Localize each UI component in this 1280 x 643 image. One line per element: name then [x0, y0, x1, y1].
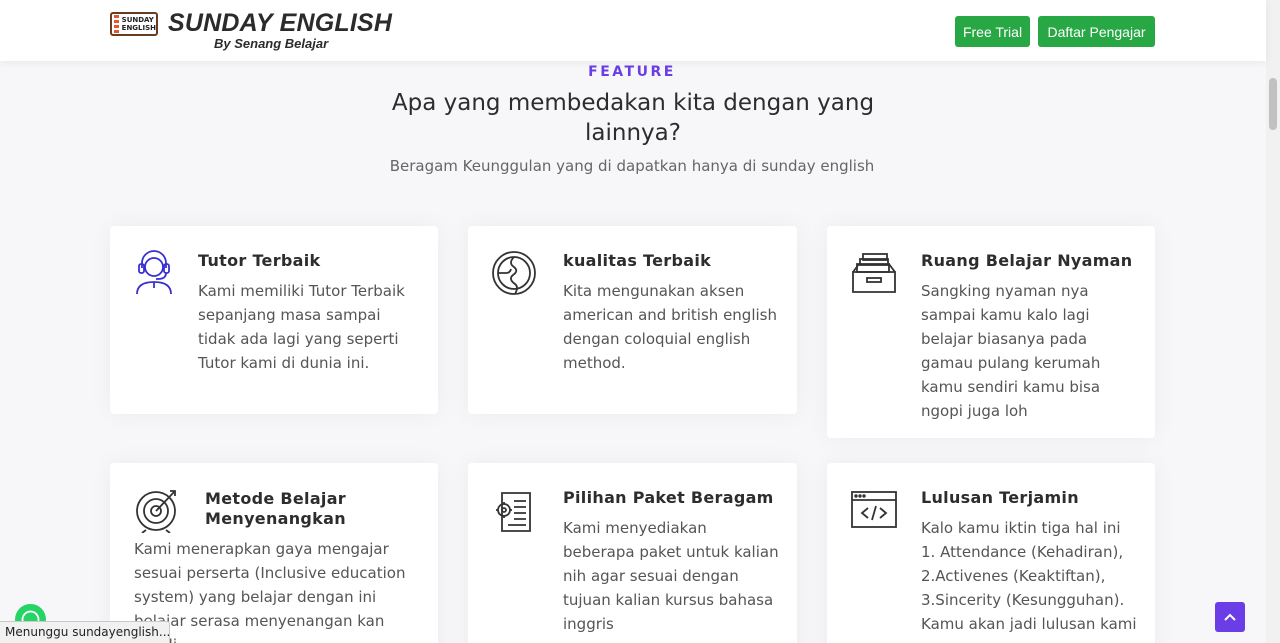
chevron-up-icon: [1224, 613, 1236, 621]
page-scrollbar[interactable]: [1266, 0, 1280, 643]
scrollbar-thumb[interactable]: [1269, 78, 1277, 130]
support-agent-icon: [132, 248, 176, 298]
file-drawer-icon: [851, 252, 896, 302]
logo-badge-icon: SUNDAY ENGLISH: [110, 12, 158, 36]
feature-card-tutor: Tutor Terbaik Kami memiliki Tutor Terbai…: [110, 226, 438, 414]
document-settings-icon: [494, 491, 538, 541]
section-label: FEATURE: [588, 64, 676, 80]
feature-description: Kalo kamu iktin tiga hal ini 1. Attendan…: [921, 519, 1137, 633]
section-title: Apa yang membedakan kita dengan yang lai…: [391, 90, 875, 146]
navbar: SUNDAY ENGLISH SUNDAY ENGLISH By Senang …: [0, 0, 1266, 61]
feature-card-metode: Metode Belajar Menyenangkan Kami menerap…: [110, 463, 438, 643]
feature-title: Ruang Belajar Nyaman: [921, 251, 1133, 270]
feature-description: Kami menyediakan beberapa paket untuk ka…: [563, 519, 779, 633]
feature-description: Kita mengunakan aksen american and briti…: [563, 282, 777, 372]
feature-description: Kami menerapkan gaya mengajar sesuai per…: [134, 540, 406, 643]
feature-card-ruang: Ruang Belajar Nyaman Sangking nyaman nya…: [827, 226, 1155, 438]
browser-status-bar: Menunggu sundayenglish....: [0, 621, 170, 643]
feature-title: Metode Belajar Menyenangkan: [205, 489, 346, 528]
feature-title: Lulusan Terjamin: [921, 488, 1079, 507]
feature-card-paket: Pilihan Paket Beragam Kami menyediakan b…: [468, 463, 797, 643]
daftar-pengajar-button[interactable]: Daftar Pengajar: [1038, 16, 1155, 47]
free-trial-button[interactable]: Free Trial: [955, 16, 1030, 47]
target-icon: [134, 487, 178, 537]
back-to-top-button[interactable]: [1215, 602, 1245, 632]
feature-title: Pilihan Paket Beragam: [563, 488, 774, 507]
feature-description: Kami memiliki Tutor Terbaik sepanjang ma…: [198, 282, 405, 372]
code-window-icon: [851, 491, 897, 541]
feature-description: Sangking nyaman nya sampai kamu kalo lag…: [921, 282, 1101, 420]
feature-card-kualitas: kualitas Terbaik Kita mengunakan aksen a…: [468, 226, 797, 414]
section-subtitle: Beragam Keunggulan yang di dapatkan hany…: [389, 157, 875, 175]
feature-title: kualitas Terbaik: [563, 251, 712, 270]
logo-title: SUNDAY ENGLISH: [168, 9, 393, 37]
logo[interactable]: SUNDAY ENGLISH SUNDAY ENGLISH By Senang …: [110, 10, 392, 52]
logo-subtitle: By Senang Belajar: [214, 36, 329, 51]
feature-card-lulusan: Lulusan Terjamin Kalo kamu iktin tiga ha…: [827, 463, 1155, 643]
globe-icon: [490, 248, 536, 298]
feature-title: Tutor Terbaik: [198, 251, 321, 270]
